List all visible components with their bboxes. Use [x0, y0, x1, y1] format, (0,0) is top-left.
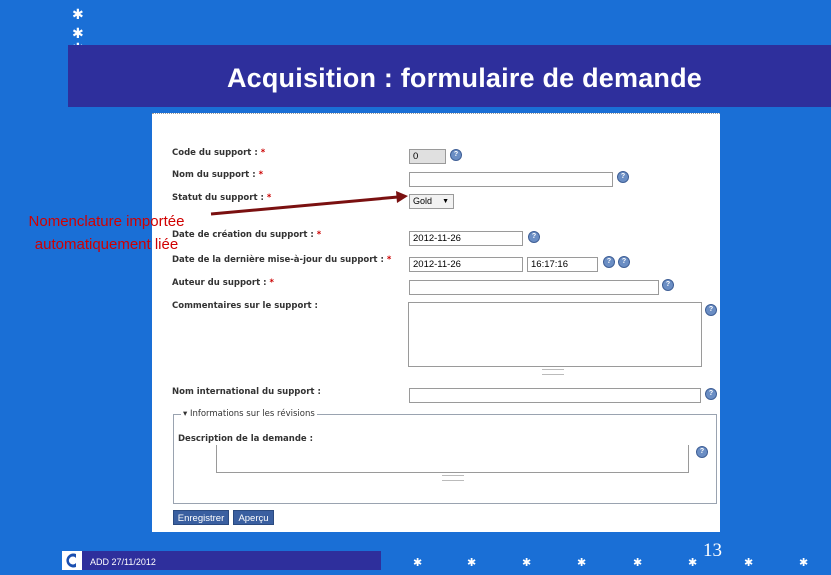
page-number: 13 [703, 540, 722, 561]
logo-icon [62, 551, 82, 570]
footer-date: ADD 27/11/2012 [90, 557, 156, 567]
bullet-icon: ✱ [688, 556, 698, 569]
bullet-icon: ✱ [413, 556, 423, 569]
annotation-line-1: Nomenclature importée [28, 213, 185, 230]
bullet-icon: ✱ [633, 556, 643, 569]
bullet-icon: ✱ [577, 556, 587, 569]
annotation-line-2: automatiquement liée [34, 236, 179, 253]
bullet-icon: ✱ [799, 556, 809, 569]
annotation-arrow [210, 191, 408, 216]
bullet-icon: ✱ [744, 556, 754, 569]
bullet-icon: ✱ [522, 556, 532, 569]
bullet-icon: ✱ [467, 556, 477, 569]
